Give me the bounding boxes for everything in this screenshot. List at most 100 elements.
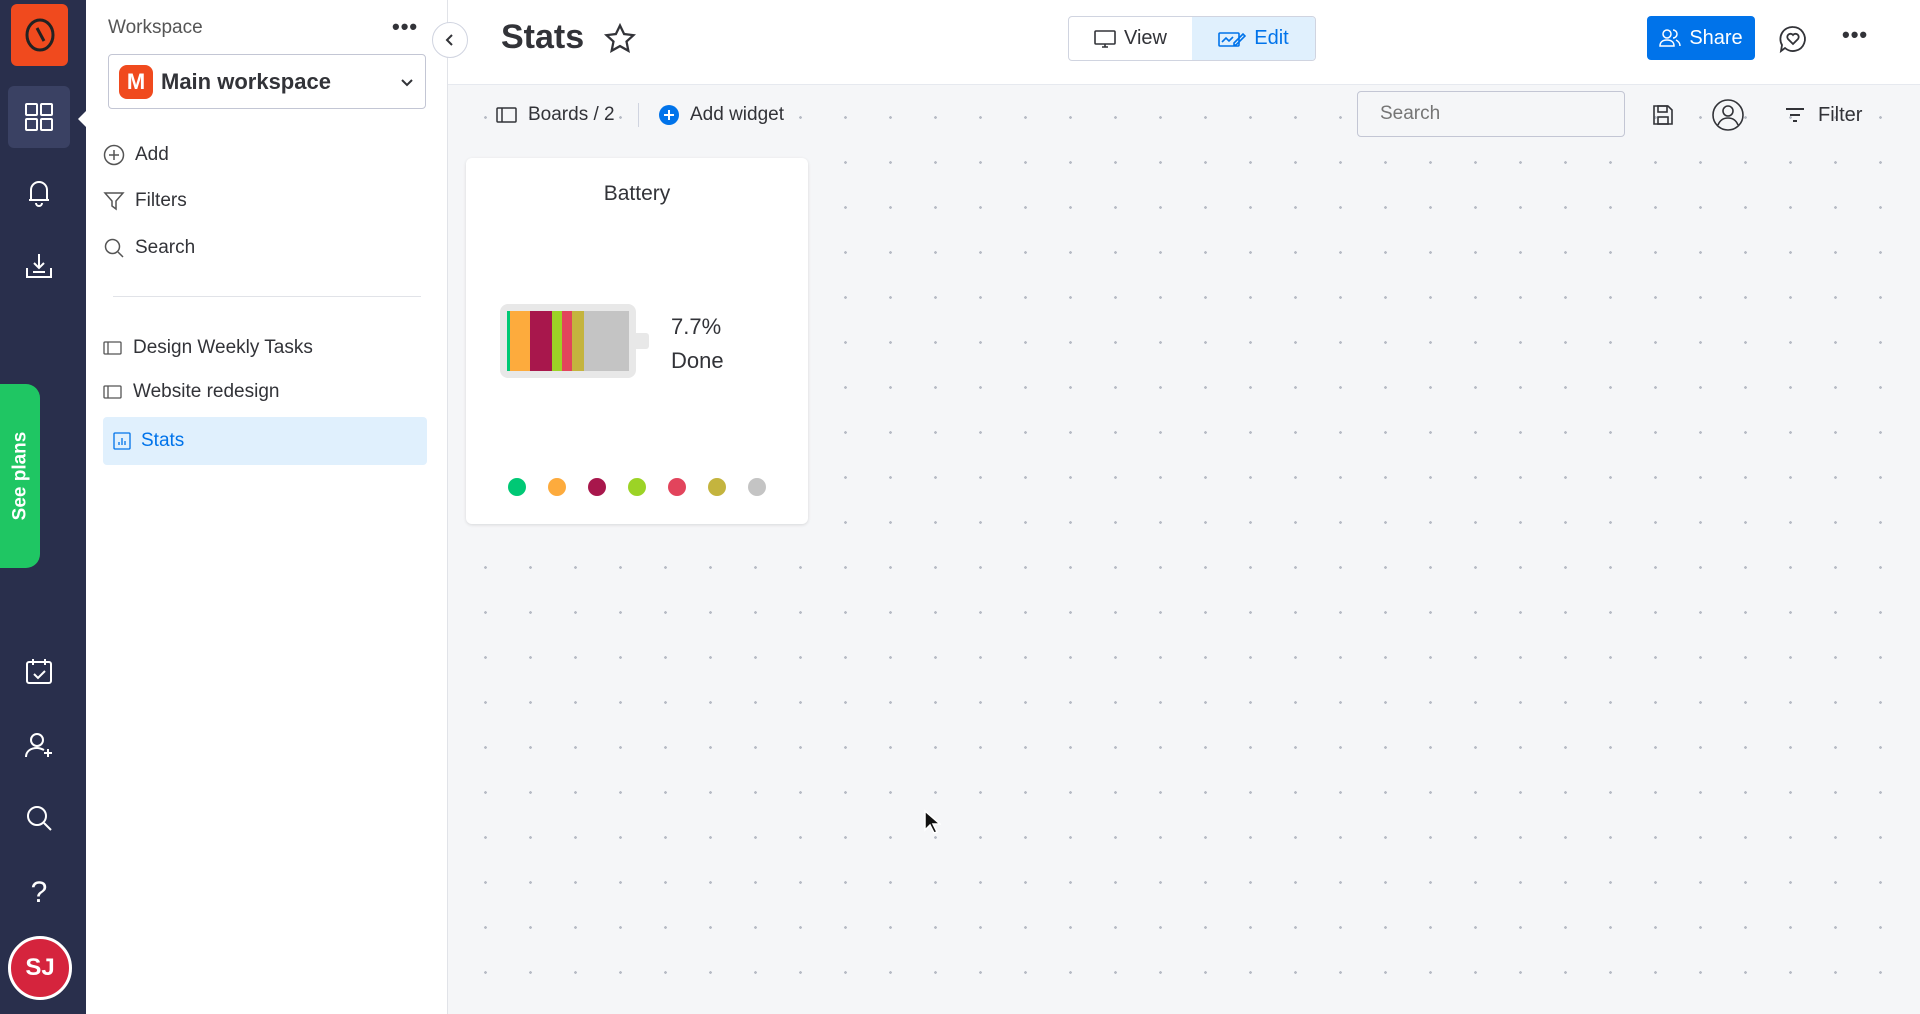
legend-dot[interactable] — [508, 478, 526, 496]
battery-readout: 7.7% Done — [671, 310, 724, 378]
star-icon[interactable] — [603, 22, 637, 56]
sidebar-search[interactable]: Search — [103, 228, 195, 268]
legend-dot[interactable] — [748, 478, 766, 496]
legend-dot[interactable] — [628, 478, 646, 496]
search-label: Search — [135, 237, 196, 258]
left-rail: See plans ? SJ — [0, 0, 87, 1014]
search-icon — [27, 806, 52, 831]
chevron-left-icon — [445, 34, 453, 46]
share-button[interactable]: Share — [1647, 16, 1755, 60]
users-icon — [1659, 29, 1682, 47]
battery-status: Done — [671, 348, 724, 373]
widget-title: Battery — [603, 182, 671, 205]
board-label: Website redesign — [133, 381, 280, 402]
view-label: View — [1124, 27, 1167, 49]
search-input[interactable] — [1380, 103, 1625, 125]
sidebar-board-design-weekly-tasks[interactable]: Design Weekly Tasks — [103, 328, 313, 368]
rail-inbox-button[interactable] — [8, 235, 70, 297]
sidebar-title: Workspace — [108, 17, 203, 38]
edit-icon — [1218, 31, 1247, 47]
see-plans-label: See plans — [9, 431, 30, 521]
workspace-more-button[interactable]: ••• — [392, 14, 418, 40]
dashboard-toolbar: Boards / 2 Add widget Filter — [448, 85, 1920, 145]
user-avatar[interactable]: SJ — [8, 936, 72, 1000]
feedback-heart-icon[interactable] — [1778, 24, 1808, 54]
avatar-initials: SJ — [25, 954, 55, 981]
board-icon — [103, 341, 122, 355]
toolbar-divider — [638, 103, 639, 127]
workspace-dropdown[interactable]: M Main workspace — [108, 54, 426, 109]
battery-body — [500, 304, 636, 378]
plus-circle-icon — [103, 144, 125, 166]
battery-segments — [507, 311, 629, 371]
legend-dot[interactable] — [708, 478, 726, 496]
add-user-icon — [25, 733, 52, 758]
see-plans-button[interactable]: See plans — [0, 384, 40, 568]
boards-label: Boards / 2 — [528, 104, 615, 125]
logo[interactable] — [11, 4, 68, 66]
plus-circle-filled-icon — [659, 105, 679, 125]
person-filter-icon[interactable] — [1711, 98, 1745, 132]
bell-icon — [29, 181, 49, 207]
mouse-cursor-icon — [924, 809, 941, 834]
workspace-badge: M — [119, 64, 153, 99]
rail-my-work-button[interactable] — [8, 640, 70, 702]
view-mode-button[interactable]: View — [1069, 17, 1192, 60]
rail-help-button[interactable]: ? — [8, 862, 70, 924]
sidebar-filters[interactable]: Filters — [103, 181, 187, 221]
workspace-name: Main workspace — [161, 68, 331, 94]
save-icon[interactable] — [1651, 103, 1675, 127]
boards-button[interactable]: Boards / 2 — [496, 104, 615, 126]
battery-segment — [509, 311, 531, 371]
search-field[interactable] — [1357, 91, 1625, 137]
edit-mode-button[interactable]: Edit — [1192, 17, 1315, 60]
add-widget-label: Add widget — [690, 104, 785, 125]
rail-notifications-button[interactable] — [8, 161, 70, 223]
help-icon: ? — [30, 876, 48, 909]
download-inbox-icon — [26, 254, 52, 278]
legend-dot[interactable] — [548, 478, 566, 496]
add-label: Add — [135, 144, 169, 165]
sidebar-board-website-redesign[interactable]: Website redesign — [103, 372, 279, 412]
workspace-sidebar: Workspace ••• M Main workspace Add Filte… — [86, 0, 448, 1014]
board-label: Stats — [141, 430, 185, 451]
share-label: Share — [1689, 26, 1743, 49]
sidebar-board-stats[interactable]: Stats — [103, 417, 427, 465]
battery-segment — [561, 311, 573, 371]
filter-label: Filter — [1818, 103, 1863, 126]
filter-button[interactable]: Filter — [1784, 104, 1862, 127]
battery-widget[interactable]: Battery 7.7% Done — [466, 158, 808, 524]
board-label: Design Weekly Tasks — [133, 337, 313, 358]
monitor-icon — [1094, 29, 1116, 48]
legend-dot[interactable] — [588, 478, 606, 496]
view-edit-toggle: View Edit — [1068, 16, 1316, 61]
grid-icon — [25, 103, 53, 131]
filter-icon — [103, 192, 125, 211]
battery-terminal — [636, 333, 649, 349]
battery-segment — [583, 311, 629, 371]
battery-segment — [530, 311, 552, 371]
calendar-check-icon — [26, 659, 52, 684]
rail-search-button[interactable] — [8, 787, 70, 849]
sidebar-add[interactable]: Add — [103, 135, 169, 175]
sidebar-divider — [113, 296, 421, 297]
page-title: Stats — [501, 18, 585, 56]
chevron-down-icon — [401, 78, 413, 86]
rail-invite-button[interactable] — [8, 714, 70, 776]
dashboard-icon — [113, 432, 131, 450]
board-icon — [103, 385, 122, 399]
more-options-button[interactable]: ••• — [1842, 22, 1868, 48]
rail-workspaces-button[interactable] — [8, 86, 70, 148]
page-header: Stats View Edit Share ••• — [448, 0, 1920, 85]
filters-label: Filters — [135, 190, 187, 211]
edit-label: Edit — [1254, 27, 1289, 49]
battery-segment — [551, 311, 562, 371]
board-icon — [496, 107, 517, 123]
add-widget-button[interactable]: Add widget — [658, 104, 784, 126]
battery-percent: 7.7% — [671, 314, 722, 339]
filter-lines-icon — [1786, 108, 1804, 122]
legend-dot[interactable] — [668, 478, 686, 496]
logo-icon — [25, 18, 54, 52]
collapse-sidebar-button[interactable] — [432, 22, 468, 58]
battery-segment — [572, 311, 584, 371]
